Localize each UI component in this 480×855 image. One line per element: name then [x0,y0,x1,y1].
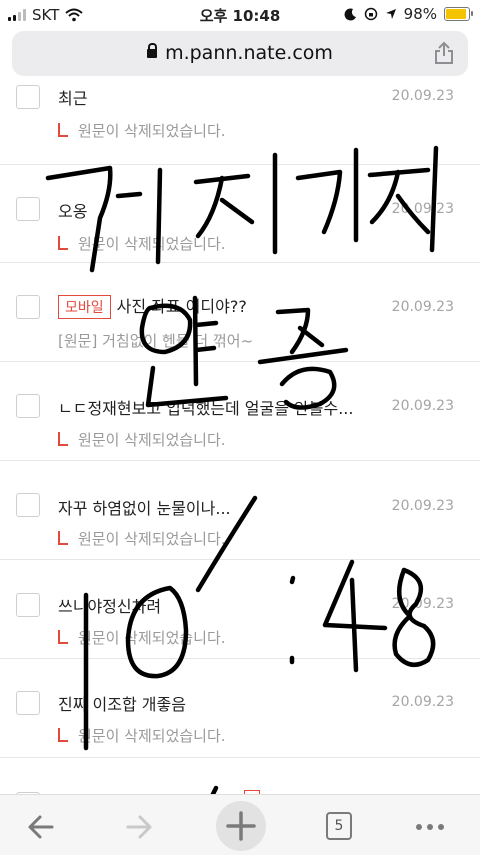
item-checkbox[interactable] [16,691,40,715]
item-title-text: 사진 좌표 어디야?? [116,297,247,316]
reply-text: 원문이 삭제되었습니다. [78,235,226,253]
battery-percent: 98% [403,5,437,23]
rotation-lock-icon [364,7,377,21]
reply-arrow-icon [58,630,68,644]
item-date: 20.09.23 [391,201,454,217]
item-checkbox[interactable] [16,85,40,109]
item-checkbox[interactable] [16,197,40,221]
item-reply: 원문이 삭제되었습니다. [58,429,226,450]
mobile-badge: 모바일 [58,295,111,319]
item-title[interactable]: ㄴㄷ정재현보고 입덕했는데 얼굴을 안볼수... [58,395,378,419]
item-reply: 원문이 삭제되었습니다. [58,120,226,141]
battery-fill [446,9,466,19]
item-date: 20.09.23 [391,498,454,514]
list-item-partial[interactable] [0,758,480,794]
list-item[interactable]: ㄴㄷ정재현보고 입덕했는데 얼굴을 안볼수... 20.09.23 원문이 삭제… [0,362,480,461]
item-date: 20.09.23 [391,596,454,612]
item-title[interactable]: 쓰니야정신차려 [58,593,378,617]
tab-count: 5 [334,818,344,834]
reply-arrow-icon [58,531,68,545]
battery-icon [444,7,473,21]
share-icon[interactable] [430,39,458,67]
item-checkbox[interactable] [16,593,40,617]
item-checkbox[interactable] [16,394,40,418]
reply-text: 원문이 삭제되었습니다. [78,629,226,647]
item-title[interactable]: 진짜 이조합 개좋음 [58,691,378,715]
reply-text: 거침없이 헨들 더 꺾어~ [102,332,254,350]
list-item[interactable]: 자꾸 하염없이 눈물이나... 20.09.23 원문이 삭제되었습니다. [0,461,480,560]
reply-text: 원문이 삭제되었습니다. [78,727,226,745]
reply-text: 원문이 삭제되었습니다. [78,431,226,449]
item-title[interactable]: 최근 [58,85,378,109]
item-date: 20.09.23 [391,694,454,710]
browser-toolbar: 5 [0,794,480,855]
reply-arrow-icon [58,728,68,742]
list-item[interactable]: 최근 20.09.23 원문이 삭제되었습니다. [0,80,480,165]
list-item[interactable]: 오옹 20.09.23 원문이 삭제되었습니다. [0,164,480,263]
item-checkbox[interactable] [16,493,40,517]
moon-icon [344,7,356,20]
tabs-button[interactable]: 5 [326,812,352,840]
item-date: 20.09.23 [391,88,454,104]
reply-prefix: [원문] [58,332,98,350]
url-text: m.pann.nate.com [165,42,333,64]
reply-arrow-icon [58,432,68,446]
item-reply: 원문이 삭제되었습니다. [58,233,226,254]
lock-icon [147,43,158,58]
reply-arrow-icon [58,236,68,250]
comment-list: 최근 20.09.23 원문이 삭제되었습니다. 오옹 20.09.23 원문이… [0,80,480,794]
item-date: 20.09.23 [391,299,454,315]
item-reply: 원문이 삭제되었습니다. [58,528,226,549]
url-host: m.pann.nate.com [12,42,468,64]
location-icon [385,9,396,19]
address-bar[interactable]: m.pann.nate.com [12,31,468,76]
item-checkbox[interactable] [16,295,40,319]
list-item[interactable]: 진짜 이조합 개좋음 20.09.23 원문이 삭제되었습니다. [0,659,480,758]
back-arrow-icon[interactable] [22,807,62,847]
list-item[interactable]: 쓰니야정신차려 20.09.23 원문이 삭제되었습니다. [0,560,480,659]
reply-text: 원문이 삭제되었습니다. [78,122,226,140]
item-title[interactable]: 자꾸 하염없이 눈물이나... [58,495,378,519]
item-reply: [원문] 거침없이 헨들 더 꺾어~ [58,330,253,351]
new-tab-button[interactable] [216,801,266,851]
new-tab-plus-icon [226,811,256,841]
item-title[interactable]: 오옹 [58,198,378,222]
list-item[interactable]: 모바일 사진 좌표 어디야?? 20.09.23 [원문] 거침없이 헨들 더 꺾… [0,263,480,362]
reply-arrow-icon [58,123,68,137]
status-bar: SKT 오후 10:48 98% [0,0,480,30]
item-reply: 원문이 삭제되었습니다. [58,627,226,648]
reply-text: 원문이 삭제되었습니다. [78,530,226,548]
item-title[interactable]: 모바일 사진 좌표 어디야?? [58,293,378,319]
status-right: 98% [344,5,473,23]
item-reply: 원문이 삭제되었습니다. [58,725,226,746]
forward-arrow-icon[interactable] [120,807,160,847]
more-icon[interactable] [410,807,450,847]
item-date: 20.09.23 [391,398,454,414]
